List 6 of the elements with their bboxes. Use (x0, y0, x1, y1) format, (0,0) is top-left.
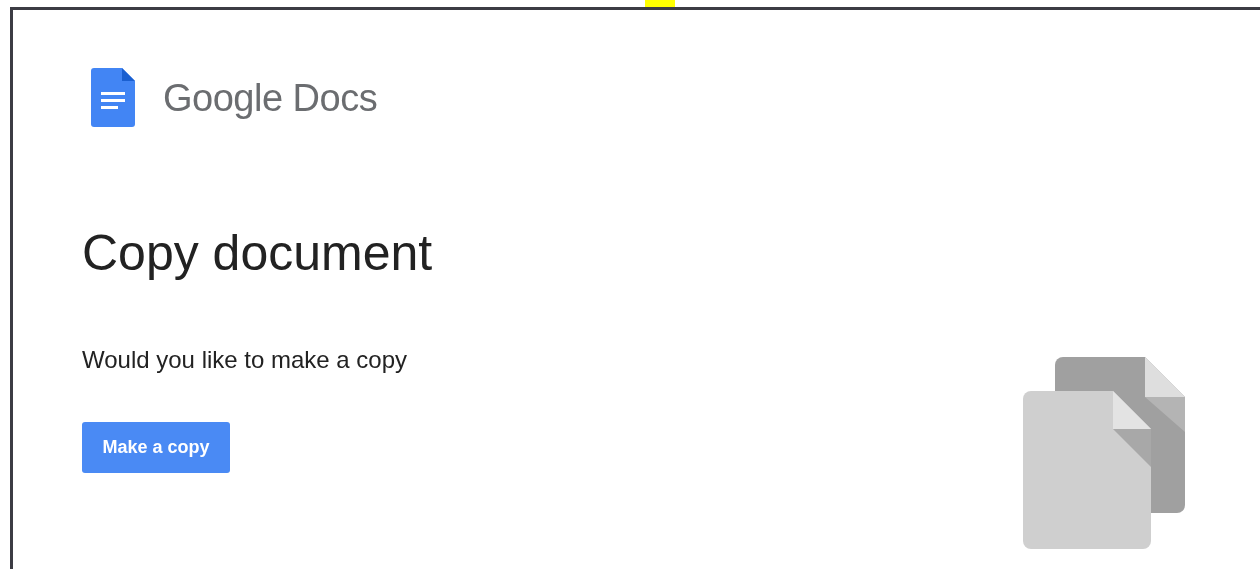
make-copy-button[interactable]: Make a copy (82, 422, 230, 473)
document-icon (91, 68, 135, 127)
page-title: Copy document (82, 224, 433, 283)
copy-documents-icon (1023, 357, 1185, 549)
brand-name: Google Docs (163, 78, 378, 117)
message-text: Would you like to make a copy (82, 345, 408, 375)
